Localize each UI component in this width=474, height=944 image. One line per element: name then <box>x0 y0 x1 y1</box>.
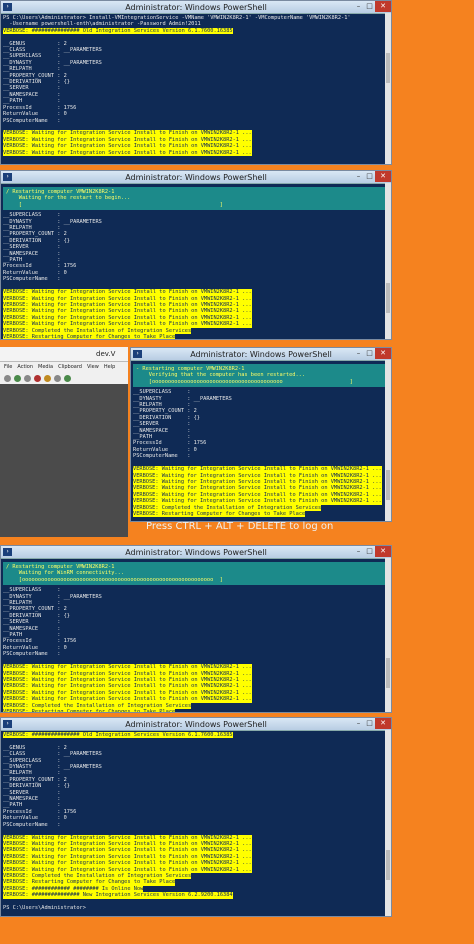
vm-menu-bar: File Action Media Clipboard View Help <box>0 362 128 372</box>
pause-icon[interactable] <box>54 374 61 382</box>
close-icon[interactable]: ✕ <box>375 718 391 729</box>
maximize-icon[interactable]: □ <box>364 348 375 359</box>
console-output[interactable]: - Restarting computer VMWIN2K8R2-1 Verif… <box>131 361 391 518</box>
vm-screen[interactable] <box>0 384 128 537</box>
minimize-icon[interactable]: – <box>353 348 364 359</box>
menu-help[interactable]: Help <box>104 362 115 372</box>
start-icon[interactable] <box>14 374 21 382</box>
console-output[interactable]: / Restarting computer VMWIN2K8R2-1 Waiti… <box>1 559 391 712</box>
console-line: PS C:\Users\Administrator> <box>3 904 86 911</box>
progress-panel: / Restarting computer VMWIN2K8R2-1 Waiti… <box>3 187 389 211</box>
powershell-window-3[interactable]: › Administrator: Windows PowerShell – □ ✕ … <box>130 347 392 522</box>
verbose-line: VERBOSE: Restarting Computer for Changes… <box>3 708 389 712</box>
console-output[interactable]: PS C:\Users\Administrator> Install-VMInt… <box>1 14 391 157</box>
maximize-icon[interactable]: □ <box>364 546 375 557</box>
progress-panel: / Restarting computer VMWIN2K8R2-1 Waiti… <box>3 562 389 586</box>
scrollbar[interactable] <box>385 730 391 916</box>
close-icon[interactable]: ✕ <box>375 348 391 359</box>
ctrl-alt-del-icon[interactable] <box>4 374 11 382</box>
progress-line: [ooooooooooooooooooooooooooooooooooooooo… <box>136 378 353 385</box>
window-title: Administrator: Windows PowerShell <box>125 547 267 557</box>
scrollbar-thumb[interactable] <box>386 658 390 688</box>
shutdown-icon[interactable] <box>34 374 41 382</box>
window-titlebar[interactable]: › Administrator: Windows PowerShell – □ ✕ <box>1 171 391 184</box>
close-icon[interactable]: ✕ <box>375 1 391 12</box>
window-titlebar[interactable]: › Administrator: Windows PowerShell – □ ✕ <box>1 546 391 559</box>
minimize-icon[interactable]: – <box>353 1 364 12</box>
turn-off-icon[interactable] <box>24 374 31 382</box>
scrollbar[interactable] <box>385 558 391 712</box>
console-output[interactable]: / Restarting computer VMWIN2K8R2-1 Waiti… <box>1 184 391 340</box>
progress-line: [ ] <box>6 201 223 208</box>
menu-media[interactable]: Media <box>38 362 53 372</box>
window-title: Administrator: Windows PowerShell <box>125 719 267 729</box>
window-title: Administrator: Windows PowerShell <box>190 349 332 359</box>
menu-clipboard[interactable]: Clipboard <box>58 362 82 372</box>
verbose-line: VERBOSE: Waiting for Integration Service… <box>3 149 252 156</box>
scrollbar-thumb[interactable] <box>386 283 390 313</box>
close-icon[interactable]: ✕ <box>375 171 391 182</box>
menu-action[interactable]: Action <box>17 362 33 372</box>
progress-panel: - Restarting computer VMWIN2K8R2-1 Verif… <box>133 364 389 388</box>
verbose-line: VERBOSE: Restarting Computer for Changes… <box>3 333 176 340</box>
scrollbar-thumb[interactable] <box>386 470 390 500</box>
minimize-icon[interactable]: – <box>353 171 364 182</box>
maximize-icon[interactable]: □ <box>364 718 375 729</box>
verbose-line: VERBOSE: Restarting Computer for Changes… <box>133 510 306 518</box>
powershell-window-1[interactable]: › Administrator: Windows PowerShell – □ ✕ … <box>0 0 392 165</box>
vm-window-title: dev.V <box>0 347 128 362</box>
minimize-icon[interactable]: – <box>353 546 364 557</box>
powershell-window-2[interactable]: › Administrator: Windows PowerShell – □ ✕ … <box>0 170 392 340</box>
window-title: Administrator: Windows PowerShell <box>125 172 267 182</box>
powershell-window-5[interactable]: › Administrator: Windows PowerShell – □ ✕ … <box>0 717 392 917</box>
powershell-window-4[interactable]: › Administrator: Windows PowerShell – □ ✕ … <box>0 545 392 713</box>
close-icon[interactable]: ✕ <box>375 546 391 557</box>
menu-view[interactable]: View <box>87 362 99 372</box>
scrollbar-thumb[interactable] <box>386 53 390 83</box>
maximize-icon[interactable]: □ <box>364 1 375 12</box>
minimize-icon[interactable]: – <box>353 718 364 729</box>
scrollbar-thumb[interactable] <box>386 850 390 880</box>
window-titlebar[interactable]: › Administrator: Windows PowerShell – □ ✕ <box>1 718 391 731</box>
logon-prompt: Press CTRL + ALT + DELETE to log on <box>146 521 334 532</box>
window-title: Administrator: Windows PowerShell <box>125 2 267 12</box>
menu-file[interactable]: File <box>4 362 12 372</box>
maximize-icon[interactable]: □ <box>364 171 375 182</box>
window-titlebar[interactable]: › Administrator: Windows PowerShell – □ ✕ <box>1 1 391 14</box>
scrollbar[interactable] <box>385 183 391 339</box>
reset-icon[interactable] <box>64 374 71 382</box>
scrollbar[interactable] <box>385 13 391 164</box>
save-icon[interactable] <box>44 374 51 382</box>
vm-connection-window[interactable]: dev.V File Action Media Clipboard View H… <box>0 347 128 537</box>
progress-line: [ooooooooooooooooooooooooooooooooooooooo… <box>6 576 223 583</box>
window-titlebar[interactable]: › Administrator: Windows PowerShell – □ ✕ <box>131 348 391 361</box>
console-output[interactable]: VERBOSE: ############### Old Integration… <box>1 731 391 912</box>
scrollbar[interactable] <box>385 360 391 521</box>
